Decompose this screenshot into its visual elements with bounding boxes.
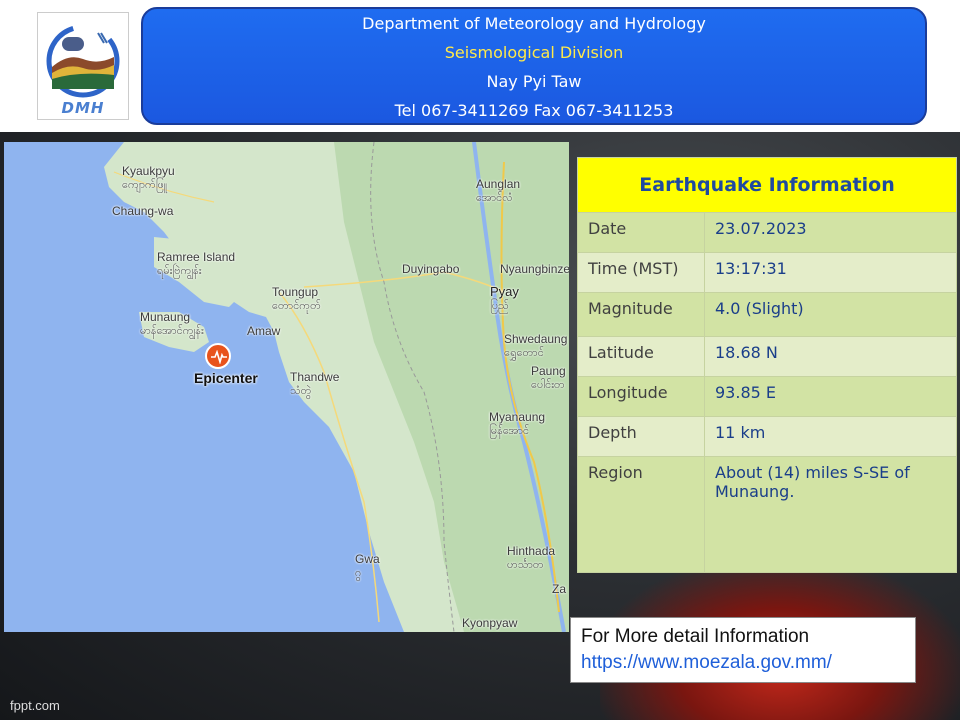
map-label-hinthada: Hinthada ဟင်္သာတ: [507, 544, 556, 571]
map-label-chaung-wa: Chaung-wa: [112, 204, 174, 218]
department-name: Department of Meteorology and Hydrology: [362, 14, 706, 33]
map-label-ramree-island: Ramree Island ရမ်းဗြဲကျွန်း: [157, 250, 236, 277]
info-row-longitude: Longitude 93.85 E: [577, 376, 957, 417]
info-value: About (14) miles S-SE of Munaung.: [704, 456, 957, 573]
info-row-date: Date 23.07.2023: [577, 212, 957, 253]
map-label-za: Za: [552, 582, 567, 596]
map-label-kyonpyaw: Kyonpyaw: [462, 616, 518, 630]
map-label-nyaungbinze: Nyaungbinze: [500, 262, 569, 276]
info-value: 18.68 N: [704, 336, 957, 377]
info-row-depth: Depth 11 km: [577, 416, 957, 457]
info-label: Date: [577, 212, 705, 253]
dmh-logo: DMH: [37, 12, 129, 120]
epicenter-map[interactable]: Kyaukpyu ကျောက်ဖြူ Chaung-wa Ramree Islan…: [4, 142, 569, 632]
epicenter-label: Epicenter: [194, 370, 258, 386]
division-name: Seismological Division: [444, 43, 624, 62]
map-label-duyingabo: Duyingabo: [402, 262, 460, 276]
map-label-thandwe: Thandwe သံတွဲ: [290, 370, 340, 397]
info-label: Time (MST): [577, 252, 705, 293]
contact-numbers: Tel 067-3411269 Fax 067-3411253: [394, 101, 674, 120]
more-info-box: For More detail Information https://www.…: [570, 617, 916, 683]
map-label-toungup: Toungup တောင်ကုတ်: [272, 285, 321, 312]
map-label-pyay: Pyay ပြည်: [490, 284, 519, 312]
info-label: Region: [577, 456, 705, 573]
info-label: Latitude: [577, 336, 705, 377]
info-row-latitude: Latitude 18.68 N: [577, 336, 957, 377]
moezala-link[interactable]: https://www.moezala.gov.mm/: [581, 650, 905, 676]
logo-text: DMH: [61, 99, 105, 117]
earthquake-info-table: Earthquake Information Date 23.07.2023 T…: [577, 157, 957, 573]
map-label-paung: Paung ပေါင်းတ: [531, 364, 566, 391]
dmh-logo-graphic: [46, 24, 120, 98]
info-value: 23.07.2023: [704, 212, 957, 253]
info-label: Longitude: [577, 376, 705, 417]
map-label-munaung: Munaung မာန်အောင်ကျွန်း: [140, 310, 204, 337]
footer-credit: fppt.com: [10, 698, 60, 713]
info-title: Earthquake Information: [577, 157, 957, 213]
info-value: 93.85 E: [704, 376, 957, 417]
info-row-time: Time (MST) 13:17:31: [577, 252, 957, 293]
info-value: 11 km: [704, 416, 957, 457]
epicenter-marker[interactable]: [205, 343, 231, 369]
info-value: 4.0 (Slight): [704, 292, 957, 337]
more-info-text: For More detail Information: [581, 626, 810, 647]
map-label-myanaung: Myanaung မြန်အောင်: [489, 410, 546, 437]
map-graphic: [104, 142, 569, 632]
location: Nay Pyi Taw: [486, 72, 582, 91]
info-label: Depth: [577, 416, 705, 457]
header-panel: Department of Meteorology and Hydrology …: [141, 7, 927, 125]
info-label: Magnitude: [577, 292, 705, 337]
info-row-region: Region About (14) miles S-SE of Munaung.: [577, 456, 957, 573]
map-label-aunglan: Aunglan အောင်လံ: [476, 177, 521, 204]
info-row-magnitude: Magnitude 4.0 (Slight): [577, 292, 957, 337]
map-label-amaw: Amaw: [247, 324, 281, 338]
info-value: 13:17:31: [704, 252, 957, 293]
map-label-gwa: Gwa ဂွ: [355, 552, 380, 579]
seismic-wave-icon: [211, 350, 227, 364]
map-label-kyaukpyu: Kyaukpyu ကျောက်ဖြူ: [122, 164, 175, 191]
map-label-shwedaung: Shwedaung ရွှေတောင်: [504, 332, 568, 359]
